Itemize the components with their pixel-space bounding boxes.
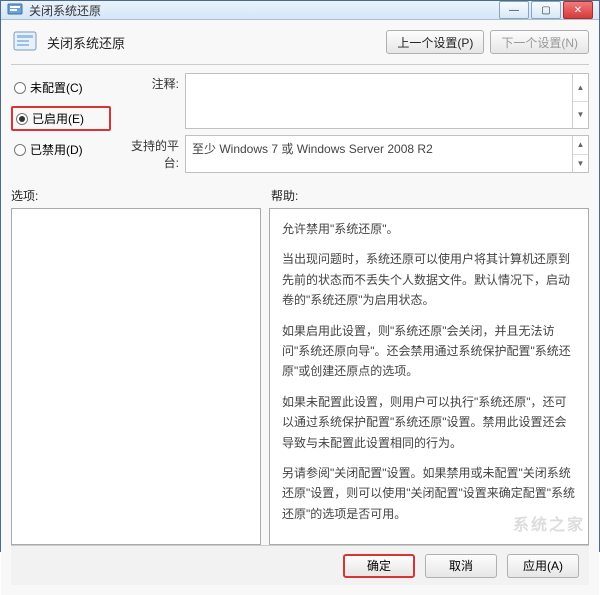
footer: 确定 取消 应用(A) — [11, 545, 589, 585]
help-label: 帮助: — [271, 187, 589, 204]
radio-icon — [16, 113, 28, 125]
titlebar-title: 关闭系统还原 — [29, 2, 499, 19]
comment-label: 注释: — [119, 73, 179, 92]
comment-field-row: 注释: ▲▼ — [119, 73, 589, 129]
platform-label: 支持的平台: — [119, 135, 179, 171]
app-icon — [7, 2, 23, 18]
options-pane — [11, 208, 261, 545]
radio-icon — [14, 82, 26, 94]
cancel-button[interactable]: 取消 — [425, 554, 497, 578]
help-text: 如果未配置此设置，则用户可以执行"系统还原"，还可以通过系统保护配置"系统还原"… — [282, 392, 576, 453]
radio-disabled[interactable]: 已禁用(D) — [11, 139, 111, 160]
help-pane: 允许禁用"系统还原"。 当出现问题时，系统还原可以使用户将其计算机还原到先前的状… — [269, 208, 589, 545]
radio-enabled[interactable]: 已启用(E) — [11, 106, 111, 131]
platform-spinner[interactable]: ▲▼ — [572, 136, 588, 172]
comment-spinner[interactable]: ▲▼ — [572, 74, 588, 128]
chevron-up-icon[interactable]: ▲ — [573, 74, 588, 102]
platform-value: 至少 Windows 7 或 Windows Server 2008 R2 — [192, 142, 433, 156]
chevron-down-icon[interactable]: ▼ — [573, 102, 588, 129]
next-setting-button: 下一个设置(N) — [490, 30, 589, 54]
ok-button[interactable]: 确定 — [343, 554, 415, 578]
header-row: 关闭系统还原 上一个设置(P) 下一个设置(N) — [11, 28, 589, 65]
dialog-window: 关闭系统还原 — ▢ ✕ 关闭系统还原 上一个设置(P) 下一个设置(N) 未配… — [0, 0, 600, 552]
policy-icon — [11, 28, 39, 56]
help-text: 另请参阅"关闭配置"设置。如果禁用或未配置"关闭系统还原"设置，则可以使用"关闭… — [282, 463, 576, 524]
platform-field-row: 支持的平台: 至少 Windows 7 或 Windows Server 200… — [119, 135, 589, 173]
apply-button[interactable]: 应用(A) — [507, 554, 579, 578]
options-label: 选项: — [11, 187, 271, 204]
config-row: 未配置(C) 已启用(E) 已禁用(D) 注释: ▲▼ — [11, 73, 589, 173]
help-text: 如果启用此设置，则"系统还原"会关闭，并且无法访问"系统还原向导"。还会禁用通过… — [282, 321, 576, 382]
fields-column: 注释: ▲▼ 支持的平台: 至少 Windows 7 或 Windows Ser… — [119, 73, 589, 173]
help-text: 允许禁用"系统还原"。 — [282, 219, 576, 239]
supported-on-box: 至少 Windows 7 或 Windows Server 2008 R2 ▲▼ — [185, 135, 589, 173]
previous-setting-button[interactable]: 上一个设置(P) — [386, 30, 484, 54]
dialog-content: 关闭系统还原 上一个设置(P) 下一个设置(N) 未配置(C) 已启用(E) 已… — [1, 20, 599, 595]
header-title: 关闭系统还原 — [47, 33, 380, 52]
radio-label: 未配置(C) — [30, 79, 83, 96]
minimize-button[interactable]: — — [499, 1, 529, 19]
radio-icon — [14, 144, 26, 156]
section-labels: 选项: 帮助: — [11, 187, 589, 204]
chevron-down-icon[interactable]: ▼ — [573, 155, 588, 173]
maximize-button[interactable]: ▢ — [531, 1, 561, 19]
comment-textarea[interactable]: ▲▼ — [185, 73, 589, 129]
titlebar: 关闭系统还原 — ▢ ✕ — [1, 1, 599, 20]
chevron-up-icon[interactable]: ▲ — [573, 136, 588, 155]
radio-not-configured[interactable]: 未配置(C) — [11, 77, 111, 98]
close-button[interactable]: ✕ — [563, 1, 593, 19]
panes: 允许禁用"系统还原"。 当出现问题时，系统还原可以使用户将其计算机还原到先前的状… — [11, 208, 589, 545]
radio-label: 已启用(E) — [32, 110, 84, 127]
window-controls: — ▢ ✕ — [499, 1, 593, 19]
help-text: 当出现问题时，系统还原可以使用户将其计算机还原到先前的状态而不丢失个人数据文件。… — [282, 249, 576, 310]
state-radio-group: 未配置(C) 已启用(E) 已禁用(D) — [11, 73, 111, 173]
radio-label: 已禁用(D) — [30, 141, 83, 158]
ok-button-label: 确定 — [367, 557, 391, 574]
